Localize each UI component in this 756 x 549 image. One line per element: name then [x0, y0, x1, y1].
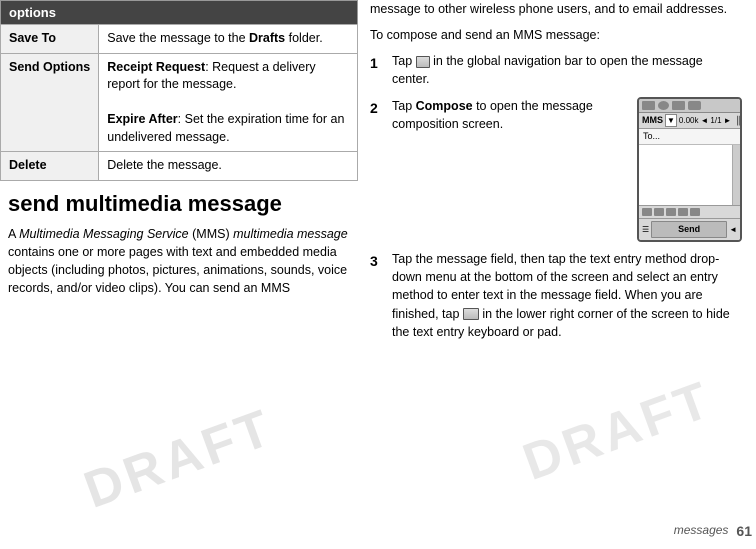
footer-label: messages	[674, 522, 729, 539]
step-1-number: 1	[370, 52, 392, 73]
step-2-number: 2	[370, 97, 392, 118]
step-2-content: Tap Compose to open the message composit…	[392, 97, 742, 243]
phone-bottom-bar	[639, 205, 740, 218]
option-label-delete: Delete	[1, 152, 99, 181]
phone-mms-label: MMS	[642, 114, 663, 127]
phone-bottom-icon-5	[690, 208, 700, 216]
option-content-save: Save the message to the Drafts folder.	[99, 25, 358, 54]
steps-intro: To compose and send an MMS message:	[370, 26, 742, 44]
phone-mms-row: MMS ▼ 0.00k ◄ 1/1 ► ║	[639, 113, 740, 130]
phone-counter: 1/1	[710, 115, 721, 127]
draft-watermark-left: DRAFT	[77, 397, 282, 520]
page-number: 61	[736, 521, 752, 541]
phone-toolbar-icon-1	[642, 101, 655, 110]
phone-back-icon: ◄	[729, 224, 737, 236]
draft-watermark-right: DRAFT	[513, 362, 723, 500]
keyboard-hide-icon	[463, 308, 479, 320]
step-2: 2 Tap Compose to open the message compos…	[370, 97, 742, 243]
phone-mms-dropdown: ▼	[665, 114, 677, 128]
phone-menu-icon: ☰	[642, 224, 649, 236]
phone-body	[639, 145, 740, 205]
phone-nav-right: ►	[724, 115, 732, 127]
phone-size: 0.00k	[679, 115, 699, 127]
table-row: Send Options Receipt Request: Request a …	[1, 53, 358, 152]
send-multimedia-section: send multimedia message A Multimedia Mes…	[0, 181, 358, 306]
phone-mockup: MMS ▼ 0.00k ◄ 1/1 ► ║ To...	[637, 97, 742, 243]
phone-bottom-icon-2	[654, 208, 664, 216]
step-3-number: 3	[370, 250, 392, 271]
options-table: options Save To Save the message to the …	[0, 0, 358, 181]
left-column: options Save To Save the message to the …	[0, 0, 358, 549]
step-3: 3 Tap the message field, then tap the te…	[370, 250, 742, 341]
phone-bottom-icon-1	[642, 208, 652, 216]
step-1: 1 Tap in the global navigation bar to op…	[370, 52, 742, 88]
options-header: options	[1, 1, 358, 25]
table-row: Delete Delete the message.	[1, 152, 358, 181]
page-footer: messages 61	[674, 521, 756, 541]
step-2-text: Tap Compose to open the message composit…	[392, 97, 637, 133]
option-label-send: Send Options	[1, 53, 99, 152]
phone-toolbar-icon-3	[672, 101, 685, 110]
step-1-content: Tap in the global navigation bar to open…	[392, 52, 742, 88]
phone-bottom-icon-3	[666, 208, 676, 216]
step-3-content: Tap the message field, then tap the text…	[392, 250, 742, 341]
phone-scroll: ║	[735, 115, 741, 127]
nav-icon	[416, 56, 430, 68]
mms-intro-text: A Multimedia Messaging Service (MMS) mul…	[8, 225, 350, 298]
option-content-delete: Delete the message.	[99, 152, 358, 181]
right-column: message to other wireless phone users, a…	[358, 0, 756, 549]
phone-bottom-icon-4	[678, 208, 688, 216]
phone-to-label: To...	[643, 131, 660, 141]
intro-continued: message to other wireless phone users, a…	[370, 0, 742, 18]
phone-nav-left: ◄	[701, 115, 709, 127]
option-label-save: Save To	[1, 25, 99, 54]
option-content-send: Receipt Request: Request a delivery repo…	[99, 53, 358, 152]
table-row: Save To Save the message to the Drafts f…	[1, 25, 358, 54]
phone-toolbar	[639, 99, 740, 113]
phone-toolbar-icon-4	[688, 101, 701, 110]
section-title: send multimedia message	[8, 191, 350, 217]
phone-send-button: Send	[651, 221, 727, 238]
phone-to-row: To...	[639, 129, 740, 145]
phone-toolbar-icon-2	[658, 101, 669, 110]
